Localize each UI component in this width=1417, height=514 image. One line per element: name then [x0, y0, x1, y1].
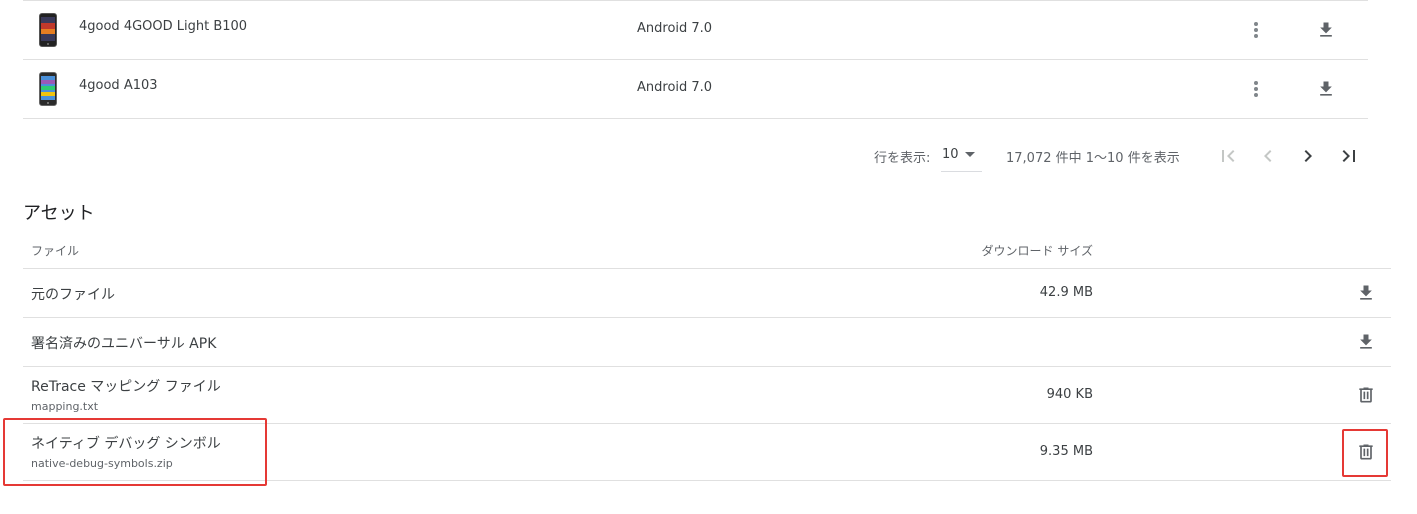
assets-table: ファイル ダウンロード サイズ 元のファイル 42.9 MB 署名済みのユニバー…	[23, 232, 1391, 481]
device-os-version: Android 7.0	[637, 80, 713, 95]
caret-down-icon	[965, 152, 975, 157]
trash-icon[interactable]	[1356, 442, 1376, 462]
last-page-icon[interactable]	[1337, 144, 1361, 168]
phone-colorful-icon	[39, 72, 57, 106]
asset-row-signed-universal-apk: 署名済みのユニバーサル APK	[23, 318, 1391, 367]
device-name: 4good 4GOOD Light B100	[79, 19, 248, 34]
device-row: 4good 4GOOD Light B100 Android 7.0	[23, 0, 1368, 59]
previous-page-icon[interactable]	[1256, 144, 1280, 168]
assets-section-title: アセット	[23, 203, 95, 224]
trash-icon[interactable]	[1356, 385, 1376, 405]
pagination: 行を表示: 10 17,072 件中 1～10 件を表示	[0, 140, 1417, 172]
asset-filename: native-debug-symbols.zip	[31, 457, 173, 470]
page-range-text: 17,072 件中 1～10 件を表示	[1006, 151, 1180, 166]
asset-row-native-debug-symbols: ネイティブ デバッグ シンボル native-debug-symbols.zip…	[23, 424, 1391, 481]
asset-size: 9.35 MB	[1039, 444, 1093, 459]
more-vert-icon[interactable]	[1247, 20, 1265, 40]
asset-name: ネイティブ デバッグ シンボル	[31, 436, 221, 452]
phone-dark-icon	[39, 13, 57, 47]
column-header-download-size: ダウンロード サイズ	[981, 244, 1093, 258]
rows-per-page-value: 10	[942, 147, 959, 162]
device-name: 4good A103	[79, 78, 158, 93]
next-page-icon[interactable]	[1296, 144, 1320, 168]
asset-size: 42.9 MB	[1039, 285, 1093, 300]
download-icon[interactable]	[1316, 79, 1336, 99]
download-icon[interactable]	[1356, 332, 1376, 352]
asset-size: 940 KB	[1046, 387, 1093, 402]
device-os-version: Android 7.0	[637, 21, 713, 36]
asset-filename: mapping.txt	[31, 400, 99, 413]
rows-per-page-select[interactable]: 10	[941, 140, 982, 172]
rows-per-page-label: 行を表示:	[874, 151, 931, 166]
download-icon[interactable]	[1316, 20, 1336, 40]
first-page-icon[interactable]	[1216, 144, 1240, 168]
download-icon[interactable]	[1356, 283, 1376, 303]
asset-name: 署名済みのユニバーサル APK	[31, 336, 217, 352]
asset-row-retrace-mapping: ReTrace マッピング ファイル mapping.txt 940 KB	[23, 367, 1391, 424]
device-list: 4good 4GOOD Light B100 Android 7.0 4good…	[23, 0, 1368, 119]
device-row: 4good A103 Android 7.0	[23, 59, 1368, 119]
asset-name: 元のファイル	[31, 287, 115, 303]
more-vert-icon[interactable]	[1247, 79, 1265, 99]
column-header-file: ファイル	[31, 244, 80, 258]
asset-row-original-file: 元のファイル 42.9 MB	[23, 269, 1391, 318]
asset-name: ReTrace マッピング ファイル	[31, 379, 221, 395]
assets-table-header: ファイル ダウンロード サイズ	[23, 232, 1391, 269]
